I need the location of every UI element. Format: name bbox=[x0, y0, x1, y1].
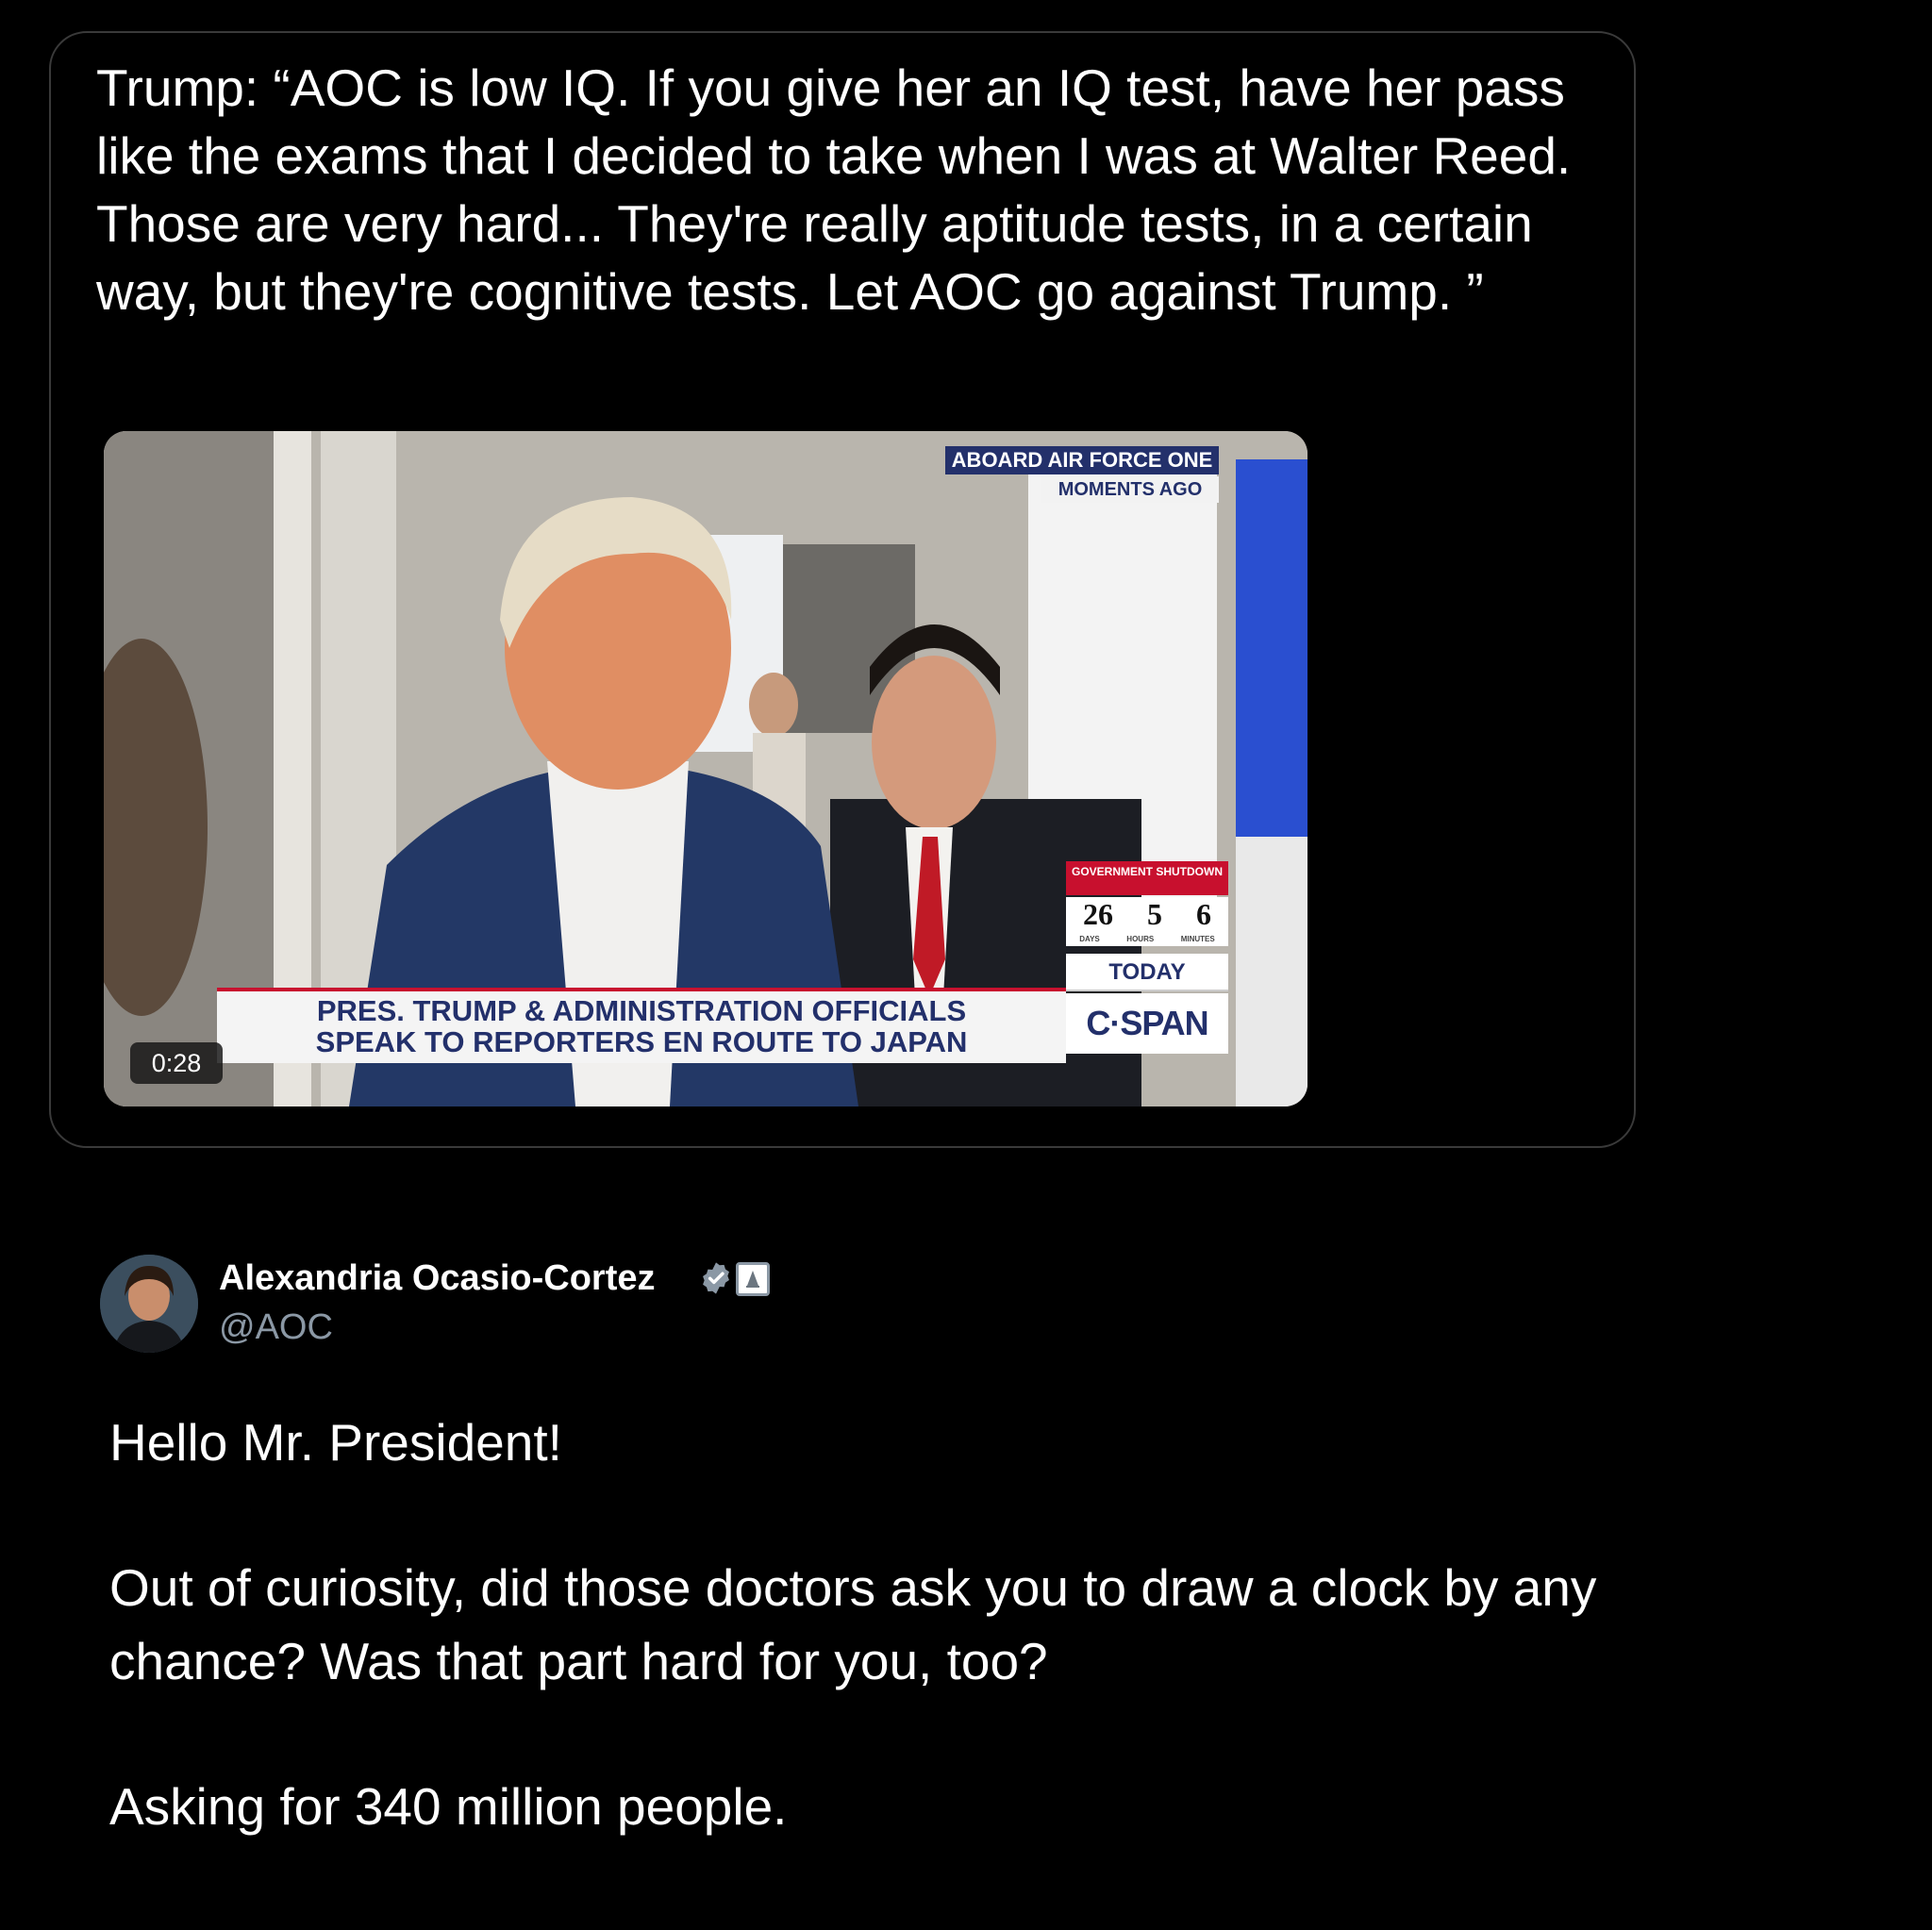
avatar-image bbox=[100, 1255, 198, 1353]
government-badge-icon bbox=[736, 1262, 770, 1296]
reply-line-1: Hello Mr. President! bbox=[109, 1413, 562, 1472]
lower-third-line-1: PRES. TRUMP & ADMINISTRATION OFFICIALS bbox=[316, 994, 967, 1027]
author-handle[interactable]: @AOC bbox=[219, 1304, 333, 1351]
unit-minutes: MINUTES bbox=[1180, 935, 1215, 943]
unit-hours: HOURS bbox=[1126, 935, 1155, 943]
video-duration: 0:28 bbox=[130, 1042, 223, 1084]
network-logo: C·SPAN bbox=[1066, 993, 1228, 1054]
shutdown-days: 26 bbox=[1083, 897, 1113, 931]
avatar[interactable] bbox=[100, 1255, 198, 1353]
quoted-post-text: Trump: “AOC is low IQ. If you give her a… bbox=[96, 58, 1572, 321]
video-player[interactable]: ABOARD AIR FORCE ONE MOMENTS AGO PRES. T… bbox=[104, 431, 1307, 1106]
location-banner: ABOARD AIR FORCE ONE bbox=[945, 446, 1219, 474]
time-banner: MOMENTS AGO bbox=[1041, 476, 1219, 503]
reply-line-3: Asking for 340 million people. bbox=[109, 1777, 788, 1836]
shutdown-label: GOVERNMENT SHUTDOWN bbox=[1066, 861, 1228, 895]
unit-days: DAYS bbox=[1079, 935, 1100, 943]
shutdown-minutes: 6 bbox=[1196, 897, 1211, 931]
lower-third-line-2: SPEAK TO REPORTERS EN ROUTE TO JAPAN bbox=[315, 1025, 968, 1058]
reply-line-2: Out of curiosity, did those doctors ask … bbox=[109, 1558, 1597, 1690]
lower-third-caption: PRES. TRUMP & ADMINISTRATION OFFICIALS S… bbox=[217, 988, 1066, 1063]
shutdown-hours: 5 bbox=[1147, 897, 1162, 931]
author-name[interactable]: Alexandria Ocasio-Cortez bbox=[219, 1255, 655, 1302]
reply-text: Hello Mr. President! Out of curiosity, d… bbox=[109, 1406, 1619, 1843]
shutdown-counter: 26 5 6 bbox=[1066, 897, 1228, 939]
shutdown-units: DAYS HOURS MINUTES bbox=[1066, 935, 1228, 946]
today-label: TODAY bbox=[1066, 954, 1228, 991]
quoted-post-card[interactable]: Trump: “AOC is low IQ. If you give her a… bbox=[49, 31, 1636, 1148]
verified-badge-icon bbox=[703, 1262, 729, 1294]
capitol-icon bbox=[746, 1271, 759, 1288]
